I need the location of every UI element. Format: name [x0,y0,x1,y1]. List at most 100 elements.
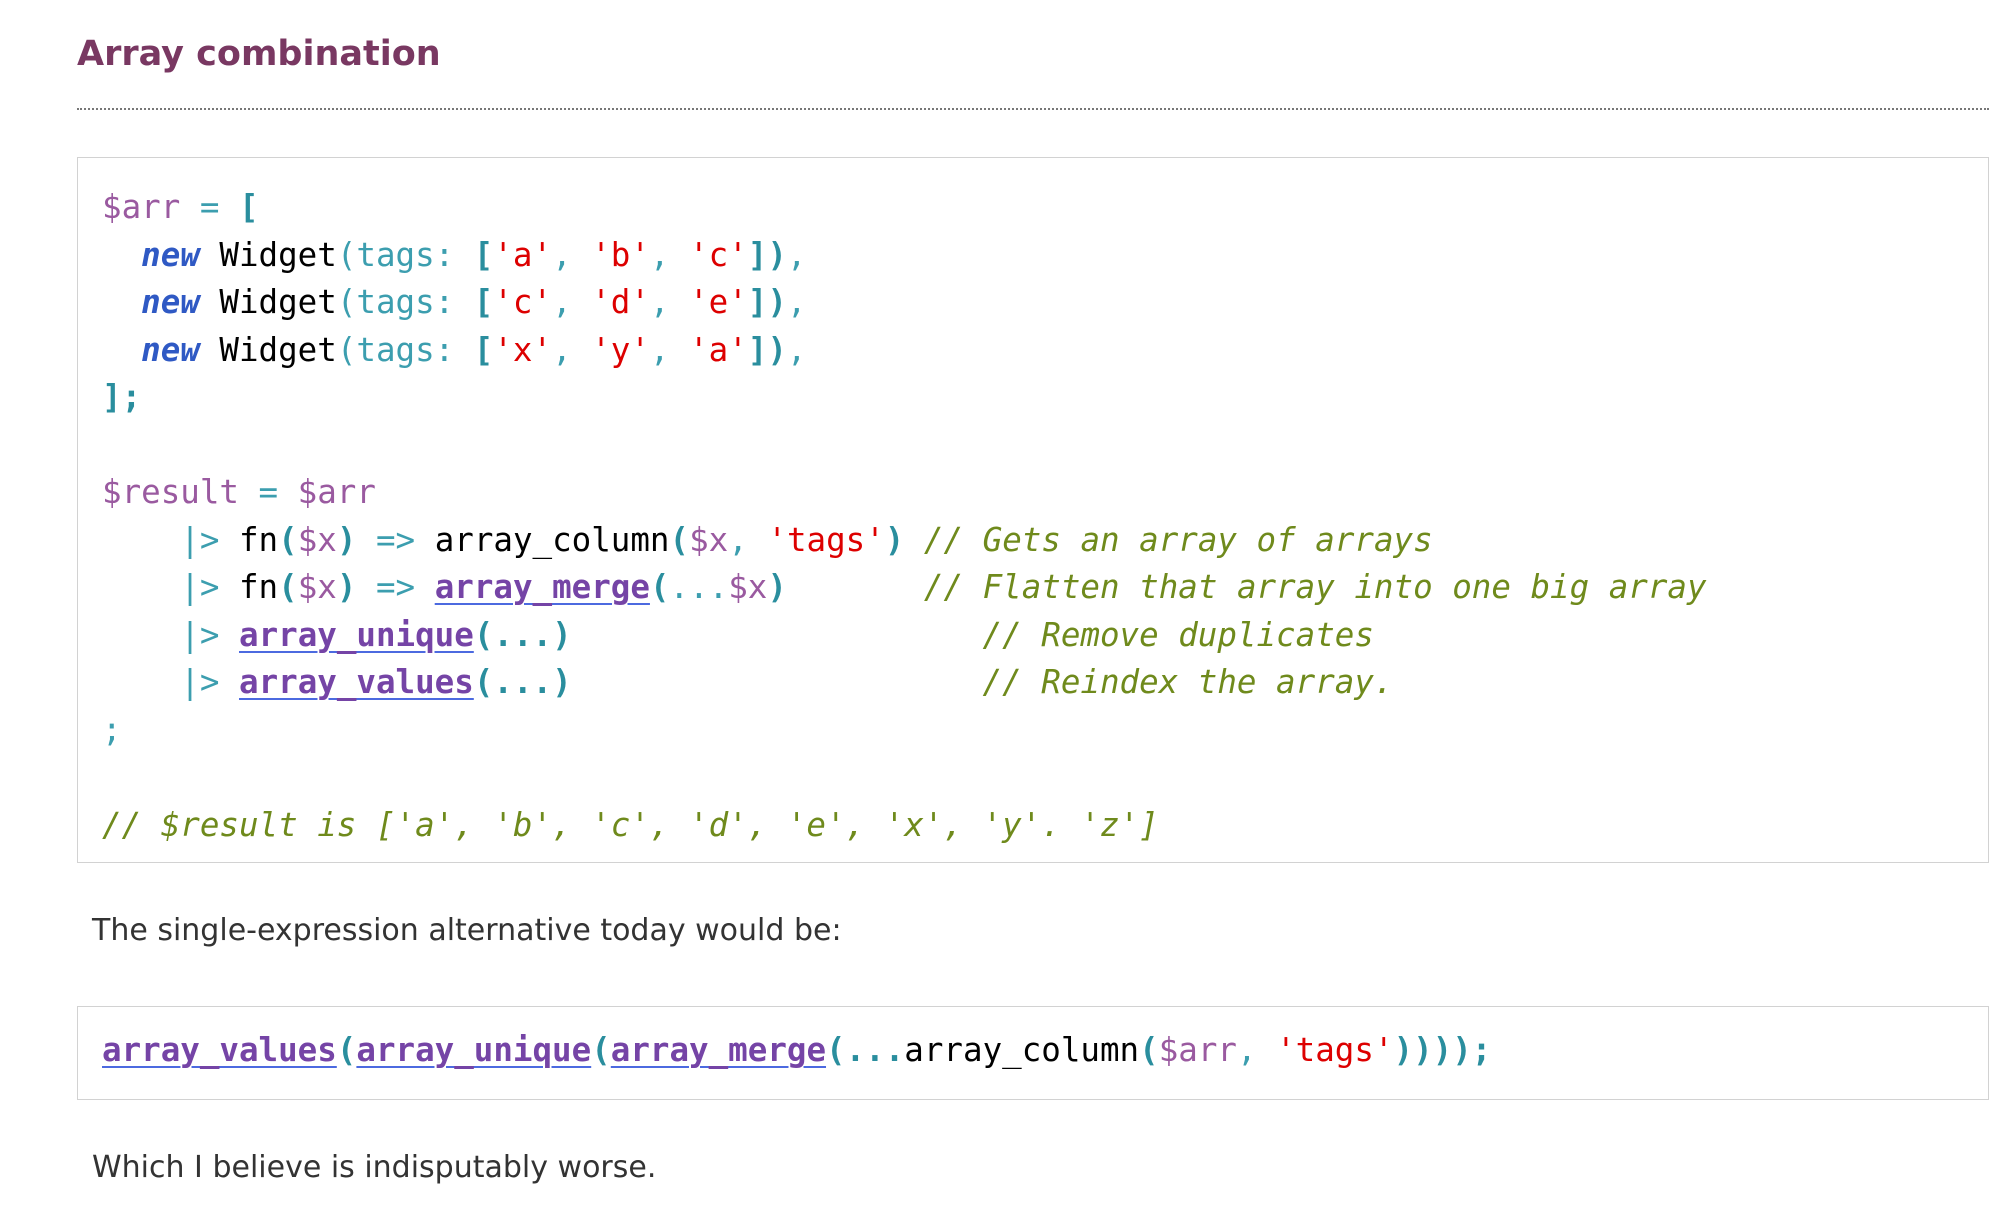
code-token-string: 'tags' [767,520,885,559]
code-comment: // Reindex the array. [571,663,1394,701]
body-paragraph: Which I believe is indisputably worse. [92,1150,657,1185]
code-comment: // Flatten that array into one big array [786,568,1707,606]
code-line: |> fn($x) => array_merge(...$x) // Flatt… [102,564,1707,612]
code-token-pipe: |> [180,568,220,606]
code-block-pipeline: $arr = [ new Widget(tags: ['a', 'b', 'c'… [77,157,1989,863]
code-comment: // Gets an array of arrays [904,520,1433,559]
array-unique-doc-link[interactable]: array_unique [356,1031,591,1069]
code-token-bracket: ) [884,520,905,559]
code-line: $result = $arr [102,469,1707,517]
code-token-bracket: ( [278,568,298,606]
code-token-bracket: ) [767,568,787,606]
array-values-doc-link[interactable]: array_values [102,1031,337,1069]
code-token-bracket: (...) [473,663,572,701]
code-token-variable: $x [297,568,337,606]
code-token-bracket: )))); [1393,1031,1492,1069]
code-token-bracket: ( [278,520,298,559]
code-token-function: array_column [904,1031,1140,1069]
code-token-function: array_column [434,520,670,559]
code-token-variable: $x [297,520,337,559]
array-values-doc-link[interactable]: array_values [239,663,474,701]
code-token-semicolon: ; [102,710,122,749]
code-token-keyword: new [141,283,200,321]
code-line: |> fn($x) => array_column($x, 'tags') //… [102,517,1707,565]
code-comment: // $result is ['a', 'b', 'c', 'd', 'e', … [102,805,1159,844]
code-token-pipe: |> [180,663,220,701]
code-token-bracket: ]) [747,235,787,274]
code-token-spread: ... [669,568,729,606]
code-token-operator: = [238,473,298,511]
code-line: |> array_values(...) // Reindex the arra… [102,659,1707,707]
code-token-punct: , [728,520,768,559]
code-line: ; [102,707,1707,755]
code-token-pipe: |> [180,615,220,654]
code-line: new Widget(tags: ['c', 'd', 'e']), [141,283,807,321]
code-token-bracket: ]; [102,378,142,416]
code-comment: // Remove duplicates [571,615,1374,654]
code-token-bracket: (...) [473,615,572,654]
code-token-bracket: ( [649,568,670,606]
code-listing: $arr = [ new Widget(tags: ['a', 'b', 'c'… [102,184,1707,849]
array-unique-doc-link[interactable]: array_unique [239,616,474,654]
code-token-fn: fn [219,520,279,559]
code-token-variable: $arr [1158,1031,1237,1069]
heading-divider [77,108,1989,110]
section-heading: Array combination [77,34,441,74]
code-token-keyword: new [141,235,200,274]
code-token-class: Widget [199,235,337,274]
code-token-bracket: [ [473,235,494,274]
code-token-string: 'd' [591,283,650,321]
code-token-string: 'a' [493,235,553,274]
code-token-class: Widget [199,330,337,369]
code-token-arrow: => [356,520,435,559]
code-token-variable: $result [102,473,239,511]
code-token-bracket: (... [826,1031,905,1069]
code-token-string: 'b' [591,235,650,274]
code-token-punct: , [786,235,807,274]
code-line: new Widget(tags: ['x', 'y', 'a']), [141,330,807,369]
code-token-args: (tags: [336,330,474,369]
code-token-bracket: ]) [747,283,787,321]
code-token-variable: $x [689,520,729,559]
code-token-fn: fn [219,568,279,606]
code-token-string: 'y' [591,330,650,369]
code-token-punct: , [1236,1031,1277,1069]
code-token-bracket: ( [669,520,690,559]
code-token-punct: , [786,330,807,369]
code-token-args: (tags: [336,235,474,274]
code-token-bracket: ) [336,568,357,606]
code-line: ]; [102,374,1707,422]
code-token-string: 'e' [689,283,748,321]
code-token-bracket: ) [336,520,357,559]
code-token-variable: $x [728,568,768,606]
code-line: new Widget(tags: ['a', 'b', 'c']), [141,235,807,274]
code-token-arrow: => [356,568,435,606]
code-token-class: Widget [199,283,337,321]
code-token-bracket: ( [336,1031,357,1069]
code-token-variable: $arr [102,188,181,226]
code-block-alternative: array_values(array_unique(array_merge(..… [77,1006,1989,1100]
code-token-args: (tags: [336,283,474,321]
code-listing: array_values(array_unique(array_merge(..… [102,1027,1491,1075]
array-merge-doc-link[interactable]: array_merge [435,568,650,606]
code-token-keyword: new [141,330,200,369]
code-token-bracket: ]) [747,330,787,369]
code-token-bracket: ( [1139,1031,1159,1069]
code-token-operator: = [180,188,239,226]
code-token-string: 'c' [689,235,748,274]
code-line: // $result is ['a', 'b', 'c', 'd', 'e', … [102,802,1707,850]
code-token-bracket: [ [238,188,259,226]
code-token-string: 'x' [493,330,553,369]
code-token-punct: , [786,283,807,321]
body-paragraph: The single-expression alternative today … [92,913,842,948]
code-token-bracket: ( [591,1031,611,1069]
code-token-bracket: [ [473,283,494,321]
code-token-bracket: [ [473,330,494,369]
array-merge-doc-link[interactable]: array_merge [611,1031,826,1069]
code-token-variable: $arr [297,473,376,511]
code-line: $arr = [ [102,184,1707,232]
code-token-string: 'a' [689,330,748,369]
code-token-pipe: |> [180,520,220,559]
